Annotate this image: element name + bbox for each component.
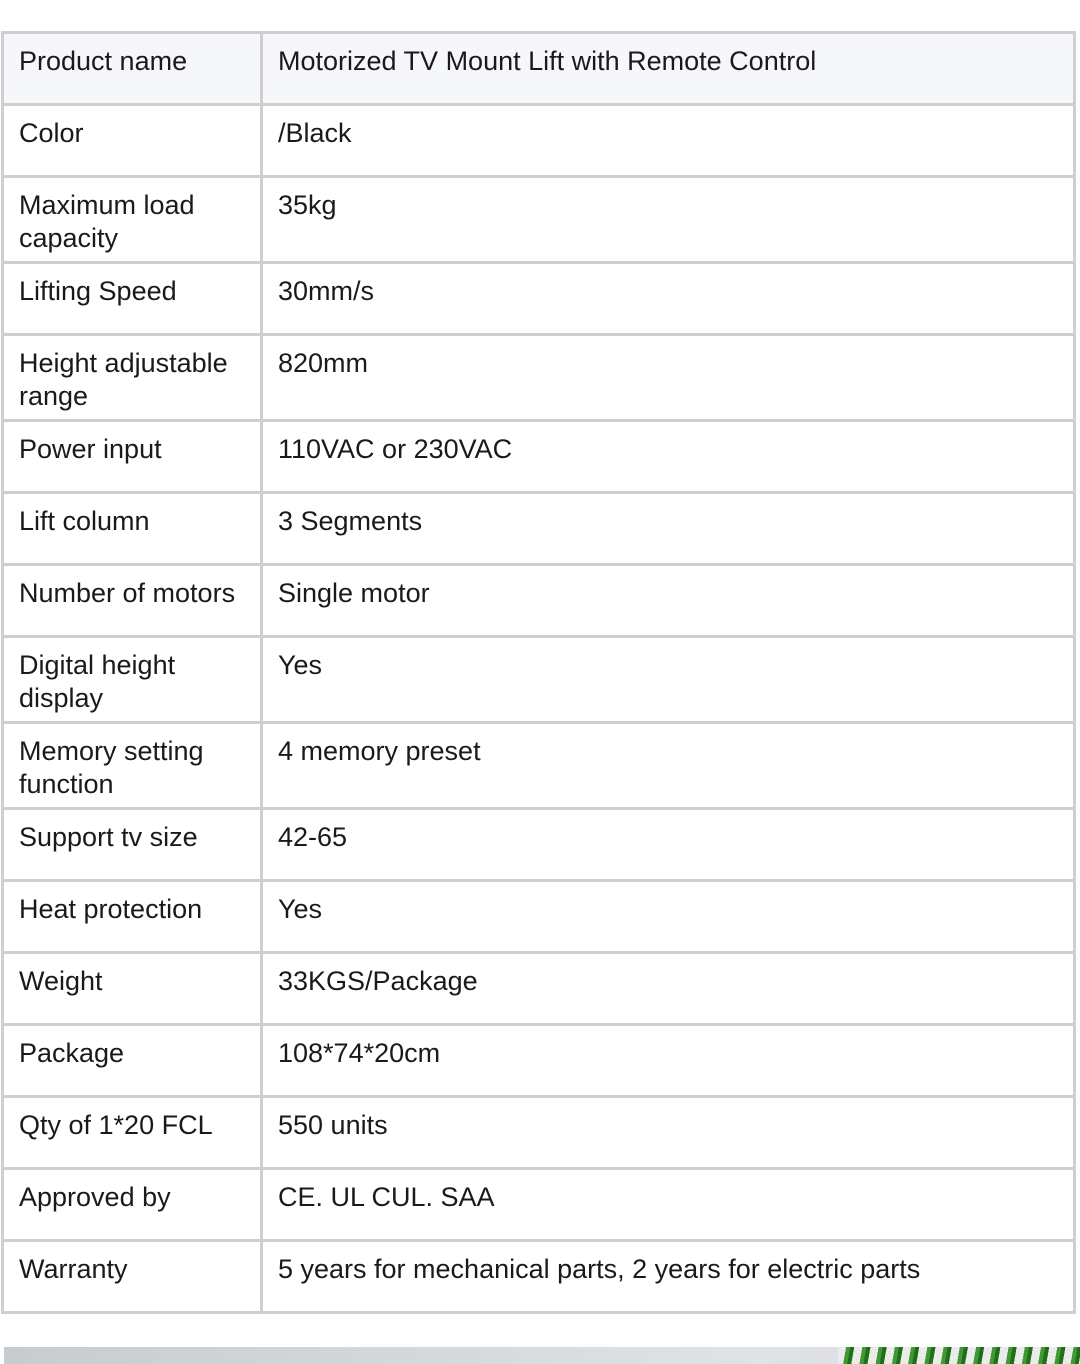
spec-row: Memory setting function 4 memory preset <box>1 721 1076 810</box>
spec-label: Digital height display <box>1 635 263 724</box>
spec-label: Memory setting function <box>1 721 263 810</box>
spec-row: Color/Black <box>1 103 1076 178</box>
spec-value: 820mm <box>260 333 1076 422</box>
spec-value: 5 years for mechanical parts, 2 years fo… <box>260 1239 1076 1314</box>
spec-row: Power input 110VAC or 230VAC <box>1 419 1076 494</box>
spec-value: 550 units <box>260 1095 1076 1170</box>
spec-value: Motorized TV Mount Lift with Remote Cont… <box>260 31 1076 106</box>
spec-label: Product name <box>1 31 263 106</box>
spec-row: Number of motors Single motor <box>1 563 1076 638</box>
spec-value: 110VAC or 230VAC <box>260 419 1076 494</box>
spec-label: Heat protection <box>1 879 263 954</box>
spec-row: Support tv size 42-65 <box>1 807 1076 882</box>
spec-row: Height adjustable range 820mm <box>1 333 1076 422</box>
spec-row: Maximum load capacity 35kg <box>1 175 1076 264</box>
spec-label: Height adjustable range <box>1 333 263 422</box>
spec-row: Weight 33KGS/Package <box>1 951 1076 1026</box>
spec-label: Approved by <box>1 1167 263 1242</box>
spec-value: CE. UL CUL. SAA <box>260 1167 1076 1242</box>
plant-image <box>838 1347 1080 1364</box>
spec-value: 108*74*20cm <box>260 1023 1076 1098</box>
spec-row: Qty of 1*20 FCL 550 units <box>1 1095 1076 1170</box>
spec-label: Power input <box>1 419 263 494</box>
spec-row: Product name Motorized TV Mount Lift with… <box>1 31 1076 106</box>
spec-row: Lifting Speed 30mm/s <box>1 261 1076 336</box>
spec-label: Maximum load capacity <box>1 175 263 264</box>
spec-value: 30mm/s <box>260 261 1076 336</box>
spec-label: Lifting Speed <box>1 261 263 336</box>
spec-value: Single motor <box>260 563 1076 638</box>
spec-label: Weight <box>1 951 263 1026</box>
spec-label: Color <box>1 103 263 178</box>
spec-value: Yes <box>260 635 1076 724</box>
spec-value: 4 memory preset <box>260 721 1076 810</box>
spec-value: Yes <box>260 879 1076 954</box>
spec-label: Warranty <box>1 1239 263 1314</box>
spec-row: Heat protection Yes <box>1 879 1076 954</box>
spec-row: Lift column 3 Segments <box>1 491 1076 566</box>
spec-label: Package <box>1 1023 263 1098</box>
spec-label: Number of motors <box>1 563 263 638</box>
spec-label: Lift column <box>1 491 263 566</box>
spec-value: 35kg <box>260 175 1076 264</box>
spec-row: Digital height display Yes <box>1 635 1076 724</box>
spec-value: 33KGS/Package <box>260 951 1076 1026</box>
spec-row: Approved by CE. UL CUL. SAA <box>1 1167 1076 1242</box>
spec-label: Support tv size <box>1 807 263 882</box>
spec-row: Package 108*74*20cm <box>1 1023 1076 1098</box>
spec-label: Qty of 1*20 FCL <box>1 1095 263 1170</box>
spec-row: Warranty 5 years for mechanical parts, 2 … <box>1 1239 1076 1314</box>
spec-value: /Black <box>260 103 1076 178</box>
spec-table: Product name Motorized TV Mount Lift with… <box>1 31 1076 1314</box>
spec-value: 42-65 <box>260 807 1076 882</box>
spec-value: 3 Segments <box>260 491 1076 566</box>
